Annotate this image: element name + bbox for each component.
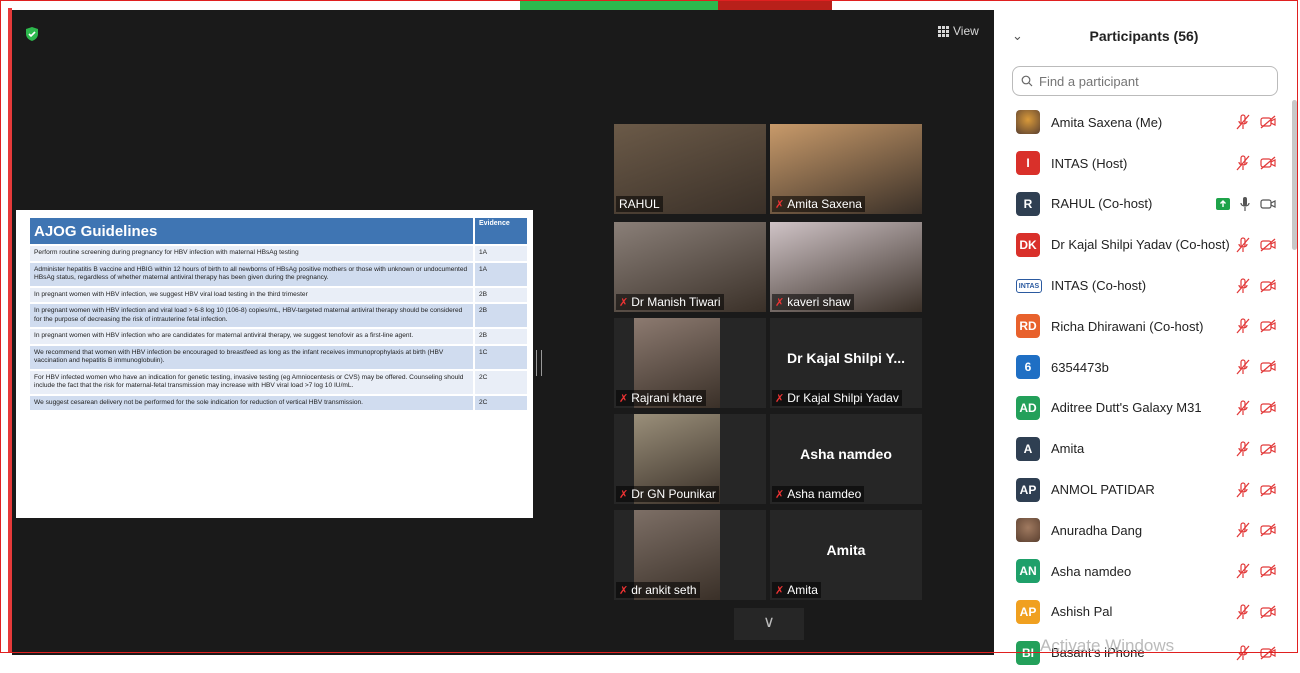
- window-frame: [0, 0, 1298, 653]
